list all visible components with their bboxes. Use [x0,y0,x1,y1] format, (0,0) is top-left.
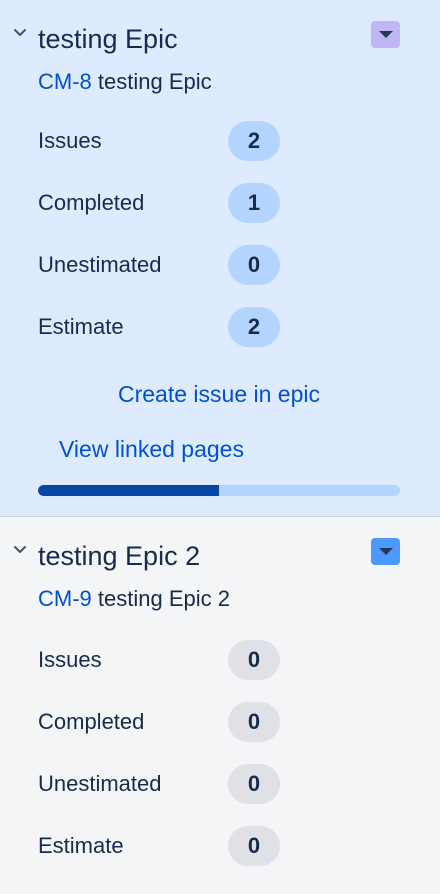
stat-row-completed: Completed 1 [0,183,440,223]
view-linked-pages-link[interactable]: View linked pages [59,434,244,464]
epic-issue-link: CM-8 testing Epic [38,67,212,97]
caret-down-icon [378,548,393,555]
epic-header: testing Epic 2 [0,538,440,573]
issue-summary: testing Epic 2 [97,586,230,611]
stat-count-badge: 0 [228,826,280,866]
issue-summary: testing Epic [97,69,212,94]
stat-count-badge: 1 [228,183,280,223]
stat-row-issues: Issues 2 [0,121,440,161]
stat-row-issues: Issues 0 [0,640,440,680]
stat-count-badge: 0 [228,640,280,680]
epic-header: testing Epic [0,21,440,56]
stat-row-unestimated: Unestimated 0 [0,764,440,804]
epic-title: testing Epic [38,24,178,54]
stat-label: Completed [38,190,145,215]
caret-down-icon [378,31,393,38]
stat-count-badge: 0 [228,764,280,804]
stat-label: Unestimated [38,771,162,796]
stat-label: Estimate [38,314,124,339]
stat-count-badge: 2 [228,121,280,161]
epic-progress-fill [38,485,219,496]
epic-title: testing Epic 2 [38,541,201,571]
chevron-down-icon[interactable] [11,22,29,42]
stat-count-badge: 0 [228,245,280,285]
stat-row-completed: Completed 0 [0,702,440,742]
stat-label: Completed [38,709,145,734]
stat-count-badge: 0 [228,702,280,742]
epic-card-1[interactable]: testing Epic CM-8 testing Epic Issues 2 … [0,0,440,517]
stat-label: Issues [38,128,102,153]
chevron-down-icon[interactable] [11,539,29,559]
stat-label: Estimate [38,833,124,858]
issue-key-link[interactable]: CM-8 [38,69,92,94]
stat-count-badge: 2 [228,307,280,347]
stat-label: Issues [38,647,102,672]
epic-issue-link: CM-9 testing Epic 2 [38,584,230,614]
stat-row-estimate: Estimate 2 [0,307,440,347]
stat-label: Unestimated [38,252,162,277]
epic-card-2[interactable]: testing Epic 2 CM-9 testing Epic 2 Issue… [0,517,440,894]
stat-row-unestimated: Unestimated 0 [0,245,440,285]
stat-row-estimate: Estimate 0 [0,826,440,866]
create-issue-in-epic-link[interactable]: Create issue in epic [118,379,320,409]
issue-key-link[interactable]: CM-9 [38,586,92,611]
epic-menu-button[interactable] [371,538,400,565]
epic-menu-button[interactable] [371,21,400,48]
epic-progress-bar [38,485,400,496]
